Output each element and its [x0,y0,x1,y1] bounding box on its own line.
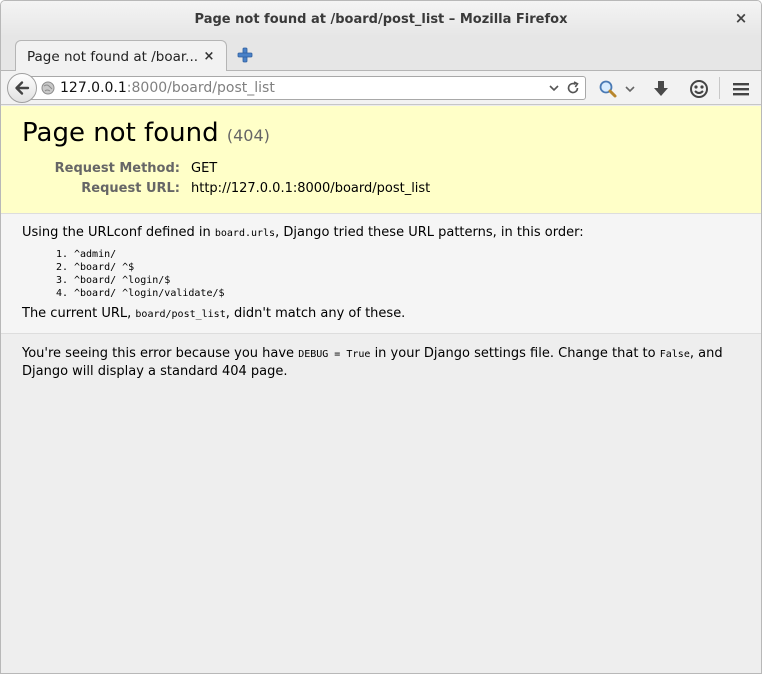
tab-strip: Page not found at /boar... × [1,37,761,72]
hamburger-menu-icon[interactable] [731,79,751,99]
tab-page-not-found[interactable]: Page not found at /boar... × [15,40,227,72]
current-url-sentence: The current URL, board/post_list, didn't… [22,306,743,323]
back-arrow-icon [15,81,30,95]
request-method-row: Request Method: GET [22,160,435,180]
browser-window: Page not found at /board/post_list – Moz… [0,0,762,674]
current-suffix: , didn't match any of these. [225,306,406,321]
debug-explanation: You're seeing this error because you hav… [1,334,761,390]
explanation-text: You're seeing this error because you hav… [22,345,743,380]
url-bar[interactable]: 127.0.0.1:8000/board/post_list [25,76,586,100]
smiley-icon[interactable] [689,79,709,99]
search-dropdown-chevron-icon[interactable] [623,79,637,99]
request-url-row: Request URL: http://127.0.0.1:8000/board… [22,180,435,200]
globe-icon [41,81,55,95]
chevron-down-icon[interactable] [547,81,561,95]
debug-setting: DEBUG = True [298,349,371,360]
url-pattern-list: ^admin/ ^board/ ^$ ^board/ ^login/$ ^boa… [74,248,743,300]
urlconf-suffix: , Django tried these URL patterns, in th… [275,225,584,240]
list-item: ^board/ ^login/validate/$ [74,287,743,300]
list-item: ^board/ ^$ [74,261,743,274]
list-item: ^board/ ^login/$ [74,274,743,287]
urlconf-info: Using the URLconf defined in board.urls,… [1,214,761,334]
navigation-bar: 127.0.0.1:8000/board/post_list [1,71,761,105]
reload-icon[interactable] [565,80,581,96]
urlconf-module: board.urls [214,228,276,239]
window-close-button[interactable]: × [733,10,749,26]
page-heading: Page not found [22,118,219,148]
request-method-value: GET [191,161,218,176]
toolbar-separator [719,77,720,99]
current-prefix: The current URL, [22,306,136,321]
current-path: board/post_list [135,309,226,320]
tab-close-button[interactable]: × [202,49,216,64]
request-url-value: http://127.0.0.1:8000/board/post_list [191,181,431,196]
page-content: Page not found (404) Request Method: GET… [1,106,761,673]
request-method-label: Request Method: [54,161,180,176]
urlconf-sentence: Using the URLconf defined in board.urls,… [22,225,743,242]
status-code: (404) [226,126,270,145]
request-url-label: Request URL: [81,181,180,196]
list-item: ^admin/ [74,248,743,261]
false-value: False [659,349,690,360]
page-title: Page not found (404) [22,118,743,151]
url-host: 127.0.0.1 [60,80,127,96]
expl-part2: in your Django settings file. Change tha… [370,346,660,361]
plus-icon[interactable] [236,46,254,64]
window-title: Page not found at /board/post_list – Moz… [194,11,568,27]
back-button[interactable] [7,73,37,103]
tab-label: Page not found at /boar... [27,48,199,65]
urlconf-prefix: Using the URLconf defined in [22,225,215,240]
request-meta-table: Request Method: GET Request URL: http://… [22,160,435,200]
search-icon[interactable] [598,79,618,99]
expl-part1: You're seeing this error because you hav… [22,346,299,361]
download-icon[interactable] [651,79,671,99]
error-summary: Page not found (404) Request Method: GET… [1,106,761,214]
url-path: :8000/board/post_list [126,80,275,96]
title-bar: Page not found at /board/post_list – Moz… [1,1,761,37]
